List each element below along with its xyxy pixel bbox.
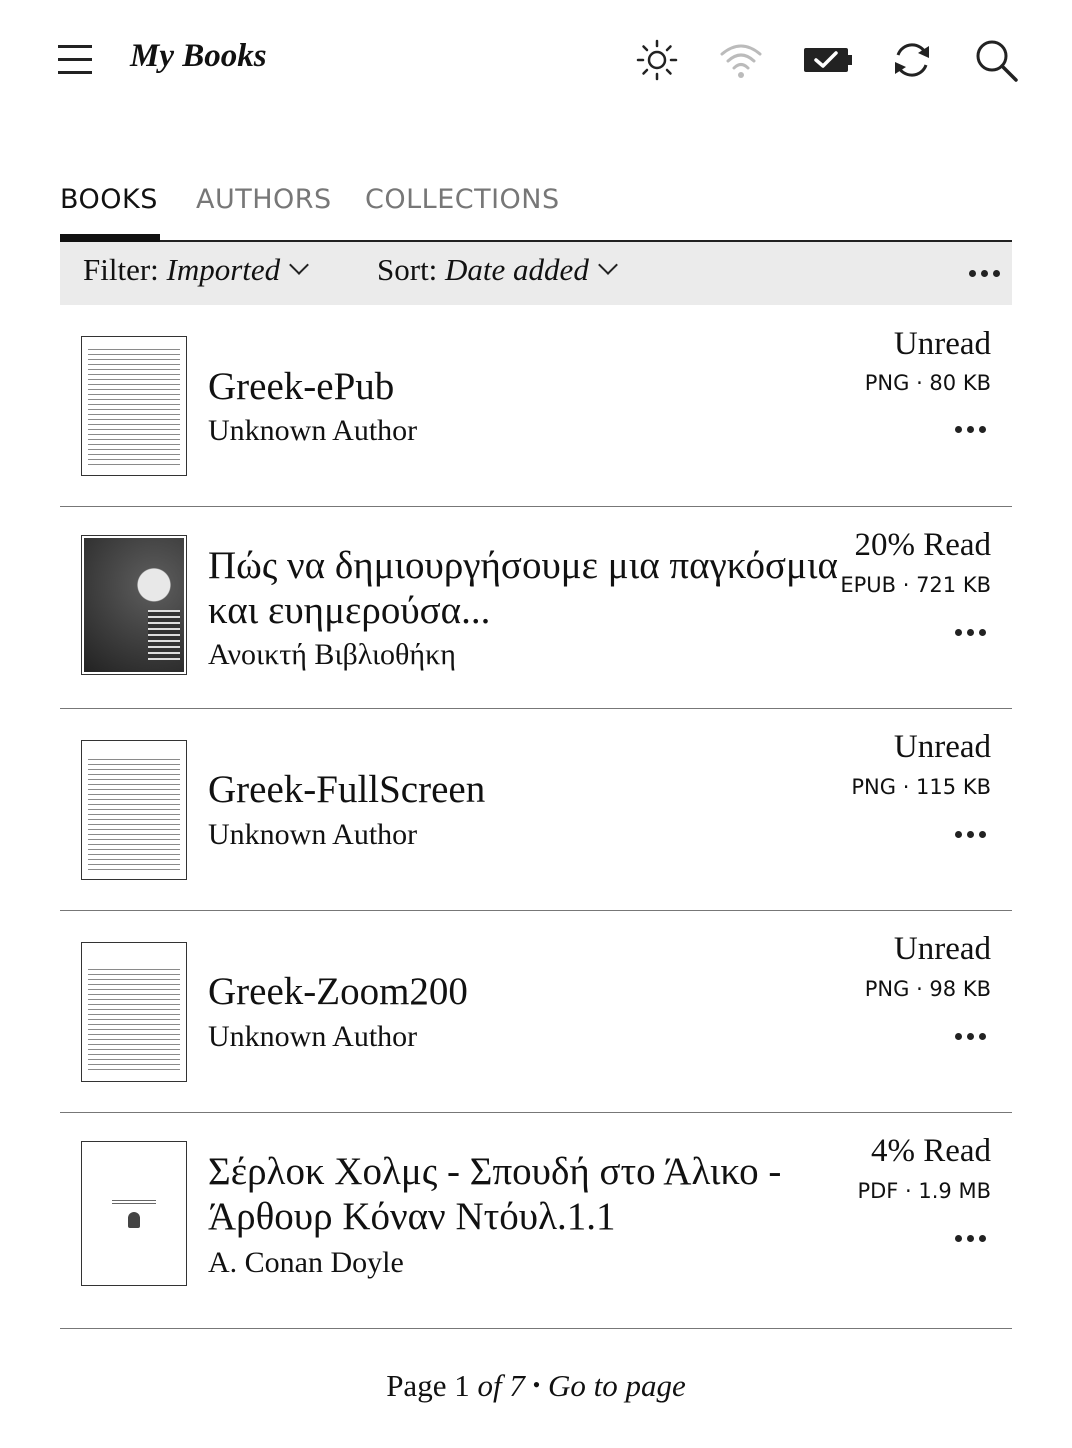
book-title: Greek-ePub bbox=[208, 365, 395, 408]
search-icon[interactable] bbox=[974, 38, 1018, 82]
book-cover bbox=[81, 740, 187, 880]
list-item[interactable]: Greek-ePub Unknown Author Unread PNG · 8… bbox=[60, 306, 1012, 507]
sort-dropdown[interactable]: Sort: Date added bbox=[377, 252, 618, 288]
list-item[interactable]: Greek-Zoom200 Unknown Author Unread PNG … bbox=[60, 911, 1012, 1113]
filter-label: Filter: bbox=[83, 252, 159, 287]
filter-sort-bar: Filter: Imported Sort: Date added bbox=[60, 242, 1012, 305]
pager-separator: • bbox=[532, 1372, 541, 1397]
wifi-icon[interactable] bbox=[719, 38, 763, 82]
book-author: Unknown Author bbox=[208, 1020, 418, 1053]
of-word: of bbox=[477, 1368, 502, 1403]
list-item[interactable]: Greek-FullScreen Unknown Author Unread P… bbox=[60, 709, 1012, 911]
pagination: Page 1 of 7 • Go to page bbox=[0, 1368, 1072, 1404]
book-options-icon[interactable] bbox=[955, 629, 987, 637]
filter-dropdown[interactable]: Filter: Imported bbox=[83, 252, 310, 288]
book-title: Σέρλοκ Χολμς - Σπουδή στο Άλικο - Άρθουρ… bbox=[208, 1150, 782, 1238]
page-title: My Books bbox=[130, 38, 267, 74]
sync-icon[interactable] bbox=[890, 38, 934, 82]
book-cover bbox=[81, 336, 187, 476]
read-status: 4% Read bbox=[870, 1133, 991, 1169]
book-cover bbox=[81, 1141, 187, 1286]
active-tab-indicator bbox=[60, 234, 160, 242]
list-item[interactable]: Σέρλοκ Χολμς - Σπουδή στο Άλικο - Άρθουρ… bbox=[60, 1113, 1012, 1329]
file-info: PNG · 115 KB bbox=[851, 775, 991, 799]
read-status: Unread bbox=[893, 326, 991, 362]
file-info: EPUB · 721 KB bbox=[840, 573, 991, 597]
brightness-icon[interactable] bbox=[635, 38, 679, 82]
book-options-icon[interactable] bbox=[955, 426, 987, 434]
book-options-icon[interactable] bbox=[955, 1235, 987, 1243]
list-item[interactable]: Πώς να δημιουργήσουμε μια παγκόσμια και … bbox=[60, 507, 1012, 709]
book-options-icon[interactable] bbox=[955, 1033, 987, 1041]
book-author: Ανοικτή Βιβλιοθήκη bbox=[208, 638, 456, 671]
book-author: A. Conan Doyle bbox=[208, 1246, 404, 1279]
book-title: Greek-Zoom200 bbox=[208, 970, 468, 1013]
chevron-down-icon bbox=[289, 255, 310, 275]
read-status: Unread bbox=[893, 931, 991, 967]
tab-collections[interactable]: COLLECTIONS bbox=[365, 184, 560, 215]
book-title: Πώς να δημιουργήσουμε μια παγκόσμια και … bbox=[208, 544, 838, 632]
filter-value: Imported bbox=[166, 252, 281, 287]
menu-icon[interactable] bbox=[58, 45, 92, 75]
book-author: Unknown Author bbox=[208, 818, 418, 851]
read-status: Unread bbox=[893, 729, 991, 765]
file-info: PNG · 98 KB bbox=[864, 977, 991, 1001]
book-cover bbox=[81, 535, 187, 675]
sort-label: Sort: bbox=[377, 252, 438, 287]
page-word: Page bbox=[386, 1368, 447, 1403]
tab-books[interactable]: BOOKS bbox=[60, 184, 158, 215]
top-bar: My Books bbox=[0, 0, 1072, 120]
tab-authors[interactable]: AUTHORS bbox=[196, 184, 332, 215]
book-author: Unknown Author bbox=[208, 414, 418, 447]
read-status: 20% Read bbox=[854, 527, 991, 563]
tab-bar: BOOKS AUTHORS COLLECTIONS bbox=[60, 184, 1012, 242]
total-pages: 7 bbox=[509, 1368, 525, 1403]
go-to-page-link[interactable]: Go to page bbox=[548, 1368, 686, 1403]
file-info: PDF · 1.9 MB bbox=[857, 1179, 991, 1203]
book-cover bbox=[81, 942, 187, 1082]
sort-value: Date added bbox=[445, 252, 589, 287]
battery-icon bbox=[802, 38, 854, 82]
chevron-down-icon bbox=[597, 255, 618, 275]
book-options-icon[interactable] bbox=[955, 831, 987, 839]
more-options-icon[interactable] bbox=[969, 270, 1001, 278]
file-info: PNG · 80 KB bbox=[864, 371, 991, 395]
book-title: Greek-FullScreen bbox=[208, 768, 486, 811]
current-page: 1 bbox=[454, 1368, 470, 1403]
